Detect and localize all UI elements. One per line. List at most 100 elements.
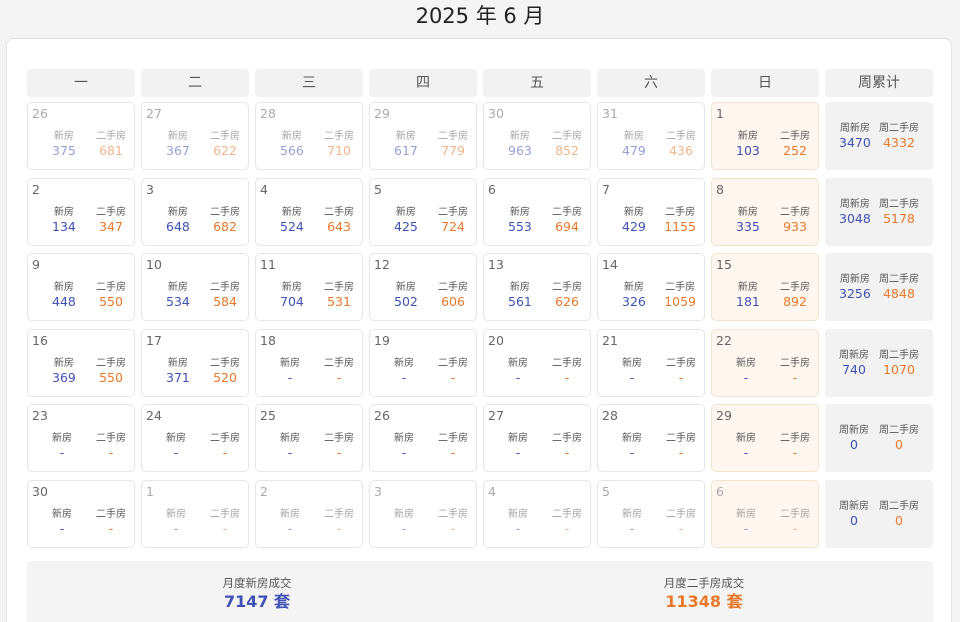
day-new-label: 新房	[280, 508, 300, 520]
day-new-col: 新房 103	[736, 130, 760, 159]
day-old-col: 二手房 531	[324, 281, 354, 310]
day-cell[interactable]: 24 新房 - 二手房 -	[141, 404, 249, 472]
day-number: 29	[716, 408, 732, 423]
day-cell[interactable]: 3 新房 648 二手房 682	[141, 177, 249, 246]
day-cell[interactable]: 26 新房 375 二手房 681	[27, 102, 135, 170]
day-new-col: 新房 375	[52, 130, 76, 159]
day-cell[interactable]: 18 新房 - 二手房 -	[255, 328, 363, 397]
day-values: 新房 429 二手房 1155	[622, 206, 696, 235]
day-new-value: -	[59, 445, 65, 460]
day-cell[interactable]: 5 新房 - 二手房 -	[597, 479, 705, 548]
day-old-col: 二手房 -	[324, 508, 354, 537]
day-cell[interactable]: 4 新房 524 二手房 643	[255, 177, 363, 246]
day-new-col: 新房 -	[736, 508, 756, 537]
day-new-col: 新房 134	[52, 206, 76, 235]
day-old-value: 550	[99, 369, 123, 385]
week-values: 周新房 0 周二手房 0	[839, 424, 919, 453]
day-cell[interactable]: 29 新房 - 二手房 -	[711, 404, 819, 472]
day-cell[interactable]: 6 新房 - 二手房 -	[711, 479, 819, 548]
day-cell[interactable]: 26 新房 - 二手房 -	[369, 404, 477, 472]
day-cell[interactable]: 2 新房 - 二手房 -	[255, 479, 363, 548]
day-new-value: -	[743, 520, 749, 536]
day-cell[interactable]: 25 新房 - 二手房 -	[255, 404, 363, 472]
day-values: 新房 - 二手房 -	[622, 432, 696, 461]
day-new-label: 新房	[395, 131, 416, 142]
week-old-col: 周二手房 0	[879, 424, 919, 453]
day-cell[interactable]: 27 新房 - 二手房 -	[483, 404, 591, 472]
week-old-col: 周二手房 0	[879, 500, 919, 529]
day-cell[interactable]: 21 新房 - 二手房 -	[597, 328, 705, 397]
day-number: 29	[374, 106, 390, 121]
day-number: 15	[716, 257, 732, 272]
day-cell[interactable]: 14 新房 326 二手房 1059	[597, 253, 705, 321]
day-old-col: 二手房 682	[210, 206, 240, 235]
day-number: 2	[260, 483, 268, 499]
day-new-label: 新房	[737, 131, 758, 142]
day-old-value: 584	[213, 294, 237, 309]
day-cell[interactable]: 5 新房 425 二手房 724	[369, 177, 477, 246]
day-cell[interactable]: 31 新房 479 二手房 436	[597, 102, 705, 170]
week-new-col: 周新房 740	[839, 349, 869, 378]
day-new-label: 新房	[281, 131, 302, 142]
day-cell[interactable]: 1 新房 103 二手房 252	[711, 102, 819, 170]
day-cell[interactable]: 7 新房 429 二手房 1155	[597, 177, 705, 246]
day-cell[interactable]: 20 新房 - 二手房 -	[483, 328, 591, 397]
day-old-col: 二手房 550	[96, 281, 126, 310]
day-cell[interactable]: 30 新房 - 二手房 -	[27, 479, 135, 548]
day-cell[interactable]: 16 新房 369 二手房 550	[27, 328, 135, 397]
day-cell[interactable]: 17 新房 371 二手房 520	[141, 328, 249, 397]
day-old-value: 622	[213, 143, 237, 158]
day-values: 新房 617 二手房 779	[394, 130, 468, 159]
day-new-col: 新房 -	[508, 508, 528, 537]
day-cell[interactable]: 2 新房 134 二手房 347	[27, 177, 135, 246]
day-new-col: 新房 -	[52, 432, 72, 461]
day-old-col: 二手房 643	[324, 206, 354, 235]
day-cell[interactable]: 28 新房 566 二手房 710	[255, 102, 363, 170]
day-new-col: 新房 181	[736, 281, 760, 310]
day-new-value: -	[515, 445, 521, 460]
day-cell[interactable]: 1 新房 - 二手房 -	[141, 479, 249, 548]
day-new-label: 新房	[166, 508, 186, 520]
day-new-value: -	[287, 445, 293, 460]
week-new-col: 周新房 3470	[839, 122, 871, 151]
day-new-label: 新房	[508, 357, 528, 369]
header-weekday: 五	[483, 69, 591, 97]
day-cell[interactable]: 9 新房 448 二手房 550	[27, 253, 135, 321]
day-values: 新房 335 二手房 933	[736, 206, 810, 235]
day-new-label: 新房	[736, 508, 756, 520]
day-cell[interactable]: 13 新房 561 二手房 626	[483, 253, 591, 321]
day-new-label: 新房	[52, 433, 72, 444]
day-old-value: -	[222, 445, 228, 460]
day-cell[interactable]: 8 新房 335 二手房 933	[711, 177, 819, 246]
day-cell[interactable]: 15 新房 181 二手房 892	[711, 253, 819, 321]
day-cell[interactable]: 6 新房 553 二手房 694	[483, 177, 591, 246]
day-cell[interactable]: 19 新房 - 二手房 -	[369, 328, 477, 397]
day-old-label: 二手房	[666, 508, 696, 520]
day-new-value: -	[629, 520, 635, 536]
day-cell[interactable]: 27 新房 367 二手房 622	[141, 102, 249, 170]
day-cell[interactable]: 4 新房 - 二手房 -	[483, 479, 591, 548]
day-cell[interactable]: 22 新房 - 二手房 -	[711, 328, 819, 397]
day-cell[interactable]: 28 新房 - 二手房 -	[597, 404, 705, 472]
day-number: 6	[716, 483, 724, 499]
day-cell[interactable]: 12 新房 502 二手房 606	[369, 253, 477, 321]
day-cell[interactable]: 10 新房 534 二手房 584	[141, 253, 249, 321]
day-old-label: 二手房	[324, 131, 354, 142]
week-total-cell: 周新房 0 周二手房 0	[825, 404, 933, 472]
day-new-col: 新房 -	[622, 357, 642, 386]
day-new-col: 新房 -	[736, 357, 756, 386]
day-cell[interactable]: 11 新房 704 二手房 531	[255, 253, 363, 321]
day-cell[interactable]: 23 新房 - 二手房 -	[27, 404, 135, 472]
day-cell[interactable]: 30 新房 963 二手房 852	[483, 102, 591, 170]
day-old-value: -	[336, 520, 342, 536]
day-cell[interactable]: 29 新房 617 二手房 779	[369, 102, 477, 170]
day-new-value: -	[629, 445, 635, 460]
day-cell[interactable]: 3 新房 - 二手房 -	[369, 479, 477, 548]
week-old-label: 周二手房	[879, 349, 919, 361]
day-old-value: 606	[441, 294, 465, 309]
day-old-value: -	[792, 369, 798, 385]
day-new-value: 534	[166, 294, 190, 309]
day-number: 21	[602, 332, 618, 348]
day-new-label: 新房	[167, 357, 188, 369]
week-old-value: 0	[895, 437, 903, 452]
